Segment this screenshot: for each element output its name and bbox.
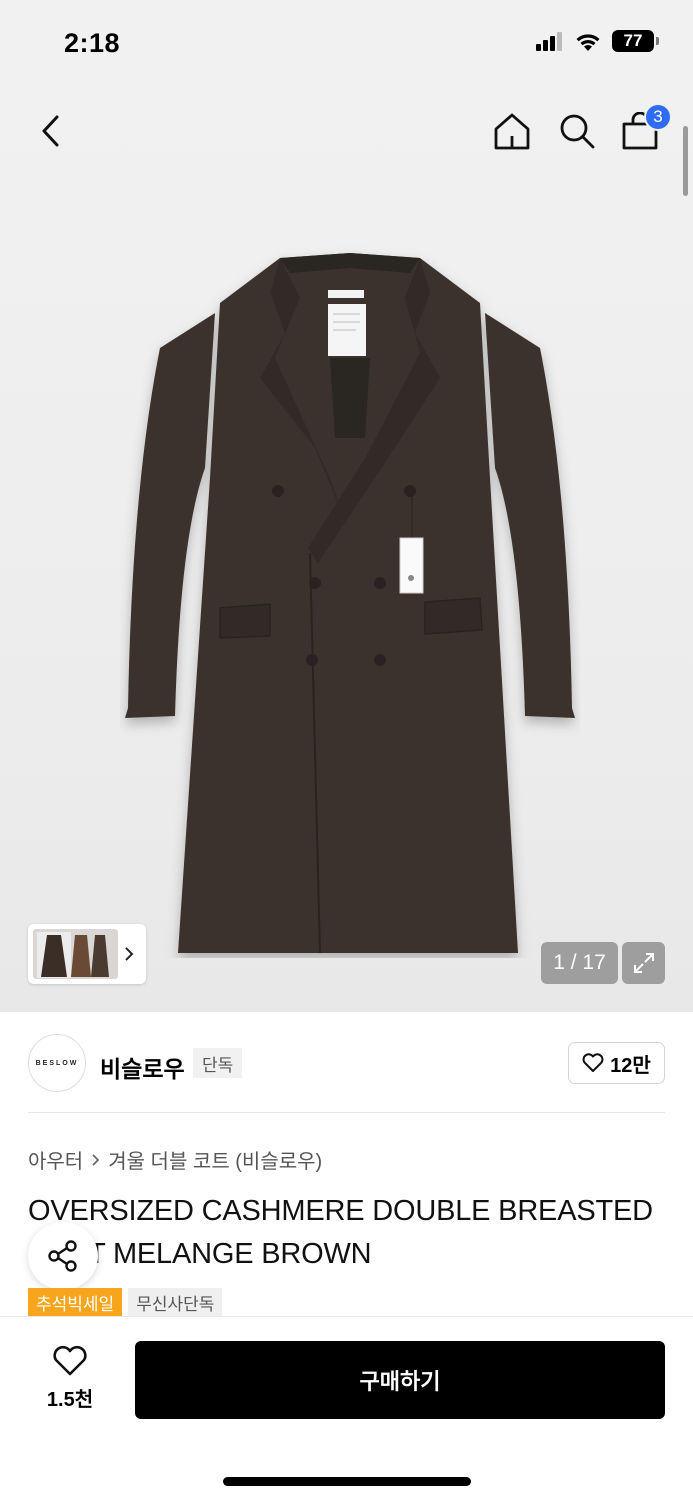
battery-icon: 77 — [612, 30, 659, 52]
home-icon — [494, 113, 530, 150]
expand-icon — [633, 953, 654, 973]
status-time: 2:18 — [64, 28, 121, 58]
heart-icon — [582, 1053, 604, 1072]
chevron-right-icon — [125, 947, 134, 961]
cart-button[interactable]: 3 — [618, 103, 672, 154]
share-button[interactable] — [28, 1222, 98, 1290]
breadcrumb-category[interactable]: 아우터 — [28, 1145, 83, 1174]
wifi-icon — [576, 33, 600, 51]
home-indicator[interactable] — [223, 1477, 471, 1486]
signal-icon — [536, 32, 562, 51]
bottom-action-bar: 1.5천 구매하기 — [0, 1316, 693, 1500]
thumbnail-image[interactable] — [33, 929, 118, 979]
brand-logo[interactable]: BESLOW — [28, 1034, 86, 1092]
divider — [28, 1112, 665, 1113]
status-icons: 77 — [536, 30, 659, 52]
product-image — [125, 253, 575, 954]
brand-row[interactable]: BESLOW 비슬로우 단독 12만 — [28, 1032, 665, 1092]
chevron-left-icon — [42, 115, 59, 147]
search-button[interactable] — [555, 108, 599, 154]
status-bar: 2:18 77 — [0, 0, 693, 88]
thumbnail-strip[interactable] — [28, 924, 146, 984]
sale-tag: 추석빅세일 — [28, 1288, 123, 1317]
expand-button[interactable] — [622, 942, 665, 984]
scrollbar[interactable] — [683, 126, 688, 196]
chevron-right-icon — [92, 1153, 100, 1166]
thumbnail-next[interactable] — [118, 946, 140, 962]
image-counter: 1 / 17 — [541, 942, 618, 984]
home-button[interactable] — [490, 108, 534, 154]
battery-level: 77 — [612, 30, 654, 52]
exclusive-tag: 무신사단독 — [128, 1288, 223, 1317]
product-tags: 추석빅세일 무신사단독 — [28, 1288, 223, 1317]
share-icon — [48, 1240, 77, 1272]
product-title: OVERSIZED CASHMERE DOUBLE BREASTED COAT … — [28, 1195, 653, 1270]
buy-button[interactable]: 구매하기 — [135, 1341, 665, 1419]
heart-icon — [53, 1345, 87, 1376]
search-icon — [560, 114, 595, 149]
brand-exclusive-tag: 단독 — [193, 1048, 243, 1078]
product-gallery[interactable]: 3 1 / 17 — [0, 88, 693, 1012]
brand-like-count: 12만 — [610, 1054, 651, 1077]
breadcrumb: 아우터 겨울 더블 코트 (비슬로우) — [28, 1145, 322, 1174]
breadcrumb-subcategory[interactable]: 겨울 더블 코트 (비슬로우) — [108, 1145, 322, 1174]
wishlist-button[interactable]: 1.5천 — [30, 1345, 110, 1415]
brand-like-button[interactable]: 12만 — [568, 1042, 665, 1084]
brand-name[interactable]: 비슬로우 — [100, 1050, 185, 1084]
cart-count-badge: 3 — [644, 103, 672, 131]
back-button[interactable] — [30, 108, 72, 154]
wishlist-count: 1.5천 — [46, 1389, 94, 1411]
